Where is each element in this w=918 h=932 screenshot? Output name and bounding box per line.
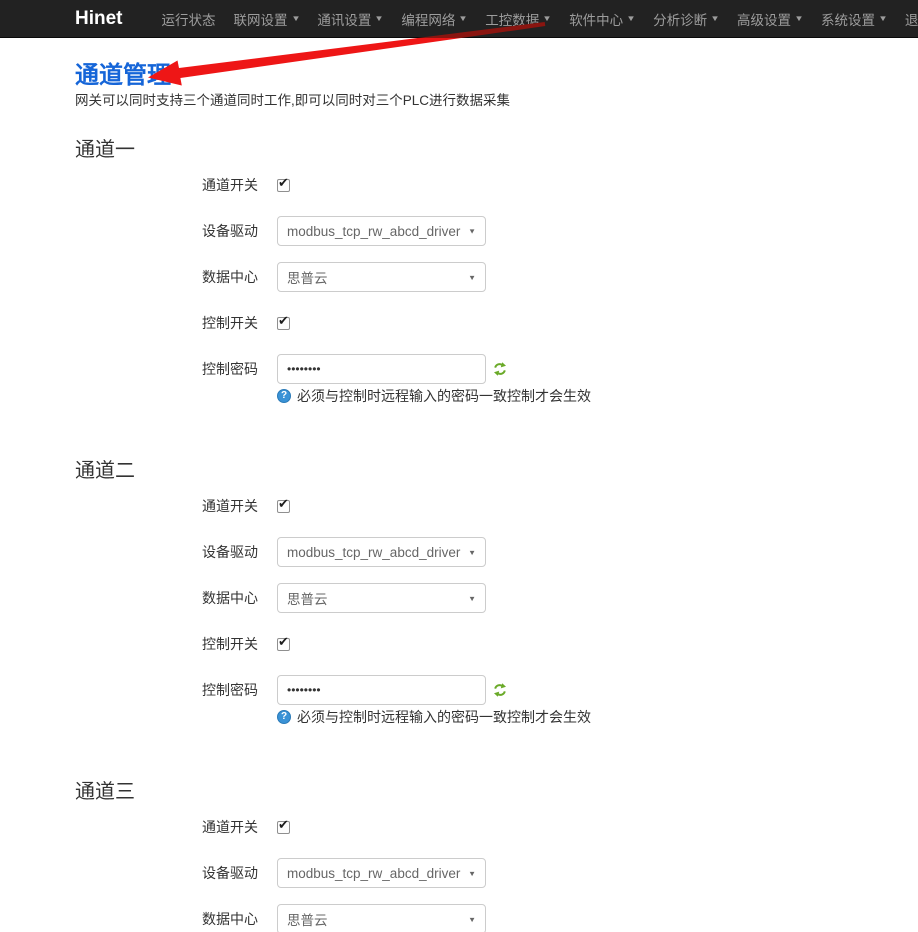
device-driver-label: 设备驱动 — [75, 863, 258, 883]
channel-switch-checkbox[interactable] — [277, 179, 290, 192]
nav-item-running-status[interactable]: 运行状态 — [153, 9, 225, 29]
page-description: 网关可以同时支持三个通道同时工作,即可以同时对三个PLC进行数据采集 — [75, 93, 918, 109]
nav-item-system-settings[interactable]: 系统设置▼ — [812, 9, 896, 29]
form-row-device-driver: 设备驱动 modbus_tcp_rw_abcd_driver ▼ — [75, 537, 918, 567]
control-switch-label: 控制开关 — [75, 313, 258, 333]
channel-2-title: 通道二 — [75, 460, 918, 482]
nav-item-comm-settings[interactable]: 通讯设置 ▼ — [308, 9, 392, 29]
nav-item-label: 编程网络 — [401, 9, 455, 29]
data-center-select[interactable]: 思普云 ▼ — [277, 583, 486, 613]
form-row-channel-switch: 通道开关 — [75, 491, 918, 521]
channel-1-section: 通道一 通道开关 设备驱动 modbus_tcp_rw_abcd_driver … — [75, 139, 918, 404]
control-switch-checkbox[interactable] — [277, 317, 290, 330]
chevron-down-icon: ▼ — [375, 14, 385, 23]
data-center-label: 数据中心 — [75, 909, 258, 929]
nav-item-label: 退出 — [905, 9, 918, 29]
form-row-control-switch: 控制开关 — [75, 308, 918, 338]
device-driver-label: 设备驱动 — [75, 542, 258, 562]
password-help: 必须与控制时远程输入的密码一致控制才会生效 — [277, 388, 918, 404]
nav-item-label: 工控数据 — [485, 9, 539, 29]
chevron-down-icon: ▼ — [468, 915, 476, 923]
page-title: 通道管理 — [75, 62, 918, 90]
form-row-device-driver: 设备驱动 modbus_tcp_rw_abcd_driver ▼ — [75, 858, 918, 888]
channel-3-title: 通道三 — [75, 781, 918, 803]
channel-switch-label: 通道开关 — [75, 175, 258, 195]
refresh-icon[interactable] — [493, 683, 507, 697]
device-driver-value: modbus_tcp_rw_abcd_driver — [287, 224, 468, 239]
nav-item-programming-network[interactable]: 编程网络 ▼ — [392, 9, 476, 29]
channel-switch-label: 通道开关 — [75, 817, 258, 837]
chevron-down-icon: ▼ — [468, 594, 476, 602]
chevron-down-icon: ▼ — [468, 869, 476, 877]
help-icon — [277, 389, 291, 403]
nav-item-label: 分析诊断 — [653, 9, 707, 29]
brand-logo[interactable]: Hinet — [75, 8, 123, 30]
form-row-control-password: 控制密码 — [75, 675, 918, 705]
form-row-data-center: 数据中心 思普云 ▼ — [75, 904, 918, 932]
chevron-down-icon: ▼ — [291, 14, 301, 23]
device-driver-select[interactable]: modbus_tcp_rw_abcd_driver ▼ — [277, 216, 486, 246]
data-center-value: 思普云 — [287, 588, 468, 608]
form-row-data-center: 数据中心 思普云 ▼ — [75, 583, 918, 613]
form-row-control-switch: 控制开关 — [75, 629, 918, 659]
data-center-value: 思普云 — [287, 267, 468, 287]
nav-item-label: 通讯设置 — [317, 9, 371, 29]
nav-item-label: 联网设置 — [234, 9, 288, 29]
device-driver-select[interactable]: modbus_tcp_rw_abcd_driver ▼ — [277, 858, 486, 888]
control-switch-checkbox[interactable] — [277, 638, 290, 651]
control-password-label: 控制密码 — [75, 680, 258, 700]
data-center-select[interactable]: 思普云 ▼ — [277, 262, 486, 292]
chevron-down-icon: ▼ — [468, 548, 476, 556]
nav-item-label: 运行状态 — [162, 9, 216, 29]
data-center-label: 数据中心 — [75, 588, 258, 608]
top-navbar: Hinet 运行状态 联网设置▼ 通讯设置▼ 编程网络▼ 工控数据▼ 软件中心▼… — [0, 0, 918, 38]
device-driver-value: modbus_tcp_rw_abcd_driver — [287, 545, 468, 560]
channel-switch-label: 通道开关 — [75, 496, 258, 516]
data-center-select[interactable]: 思普云 ▼ — [277, 904, 486, 932]
data-center-value: 思普云 — [287, 909, 468, 929]
form-row-data-center: 数据中心 思普云 ▼ — [75, 262, 918, 292]
nav-item-analysis-diagnosis[interactable]: 分析诊断▼ — [644, 9, 728, 29]
control-password-input[interactable] — [277, 354, 486, 384]
nav-menu: 运行状态 联网设置▼ 通讯设置▼ 编程网络▼ 工控数据▼ 软件中心▼ 分析诊断▼… — [153, 9, 918, 29]
form-row-device-driver: 设备驱动 modbus_tcp_rw_abcd_driver ▼ — [75, 216, 918, 246]
nav-item-software-center[interactable]: 软件中心▼ — [560, 9, 644, 29]
device-driver-value: modbus_tcp_rw_abcd_driver — [287, 866, 468, 881]
help-icon — [277, 710, 291, 724]
refresh-icon[interactable] — [493, 362, 507, 376]
channel-switch-checkbox[interactable] — [277, 821, 290, 834]
password-help-text: 必须与控制时远程输入的密码一致控制才会生效 — [297, 707, 591, 727]
channel-3-section: 通道三 通道开关 设备驱动 modbus_tcp_rw_abcd_driver … — [75, 781, 918, 932]
page-content: 通道管理 网关可以同时支持三个通道同时工作,即可以同时对三个PLC进行数据采集 … — [0, 38, 918, 932]
nav-item-label: 软件中心 — [569, 9, 623, 29]
chevron-down-icon: ▼ — [794, 14, 804, 23]
nav-item-network-settings[interactable]: 联网设置▼ — [225, 9, 309, 29]
control-password-label: 控制密码 — [75, 359, 258, 379]
chevron-down-icon: ▼ — [459, 14, 469, 23]
control-password-input[interactable] — [277, 675, 486, 705]
chevron-down-icon: ▼ — [878, 14, 888, 23]
chevron-down-icon: ▼ — [468, 273, 476, 281]
chevron-down-icon: ▼ — [542, 14, 552, 23]
nav-item-industrial-data[interactable]: 工控数据▼ — [476, 9, 560, 29]
chevron-down-icon: ▼ — [710, 14, 720, 23]
password-help: 必须与控制时远程输入的密码一致控制才会生效 — [277, 709, 918, 725]
device-driver-select[interactable]: modbus_tcp_rw_abcd_driver ▼ — [277, 537, 486, 567]
nav-item-label: 高级设置 — [737, 9, 791, 29]
device-driver-label: 设备驱动 — [75, 221, 258, 241]
password-help-text: 必须与控制时远程输入的密码一致控制才会生效 — [297, 386, 591, 406]
channel-switch-checkbox[interactable] — [277, 500, 290, 513]
data-center-label: 数据中心 — [75, 267, 258, 287]
chevron-down-icon: ▼ — [626, 14, 636, 23]
channel-2-section: 通道二 通道开关 设备驱动 modbus_tcp_rw_abcd_driver … — [75, 460, 918, 725]
chevron-down-icon: ▼ — [468, 227, 476, 235]
form-row-channel-switch: 通道开关 — [75, 812, 918, 842]
form-row-channel-switch: 通道开关 — [75, 170, 918, 200]
form-row-control-password: 控制密码 — [75, 354, 918, 384]
channel-1-title: 通道一 — [75, 139, 918, 161]
control-switch-label: 控制开关 — [75, 634, 258, 654]
nav-item-label: 系统设置 — [821, 9, 875, 29]
nav-item-logout[interactable]: 退出 — [896, 9, 918, 29]
nav-item-advanced-settings[interactable]: 高级设置▼ — [728, 9, 812, 29]
